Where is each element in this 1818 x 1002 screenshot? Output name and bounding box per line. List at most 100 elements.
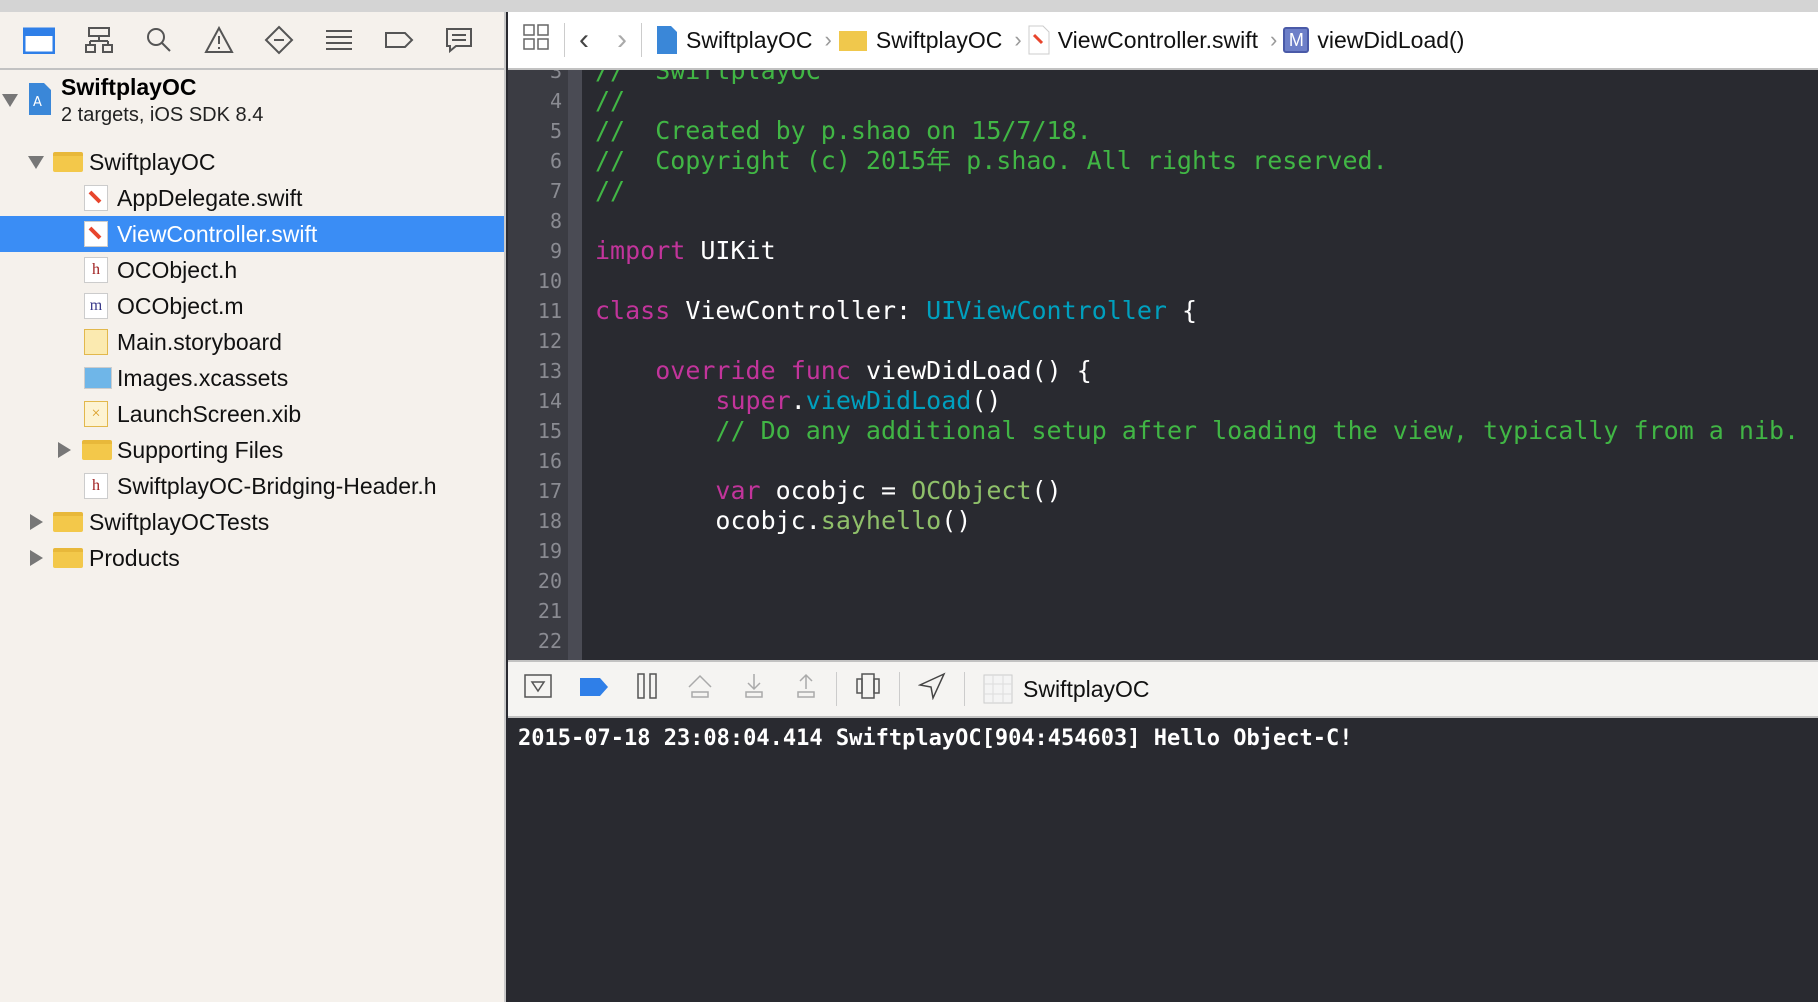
warning-icon[interactable]: [202, 23, 236, 57]
svg-text:A: A: [33, 95, 42, 110]
xib-file-icon: ×: [84, 401, 108, 427]
chevron-right-icon: ›: [824, 27, 832, 52]
tree-item-label: ViewController.swift: [117, 220, 318, 247]
project-navigator: A SwiftplayOC 2 targets, iOS SDK 8.4 Swi…: [0, 12, 506, 1002]
process-selector[interactable]: SwiftplayOC: [983, 674, 1150, 704]
jump-bar: ‹ › SwiftplayOC › SwiftplayOC › ViewCont…: [508, 12, 1818, 70]
code-token-call: OCObject: [911, 476, 1032, 505]
tree-item[interactable]: AppDelegate.swift: [0, 180, 504, 216]
project-subtitle: 2 targets, iOS SDK 8.4: [61, 104, 264, 126]
crumb-label: SwiftplayOC: [875, 26, 1003, 53]
code-token-type: viewDidLoad: [805, 386, 972, 415]
breakpoints-toggle-icon[interactable]: [580, 675, 608, 703]
code-text: class ViewController: UIViewController {: [595, 296, 1197, 326]
step-over-icon[interactable]: [686, 673, 714, 706]
code-text: //: [595, 86, 625, 116]
tree-item[interactable]: Supporting Files: [0, 432, 504, 468]
code-token-comment: // Copyright (c) 2015年 p.shao. All right…: [595, 146, 1388, 175]
swift-file-icon: [84, 221, 108, 247]
tree-item-label: Images.xcassets: [117, 364, 289, 391]
code-text: //: [595, 176, 625, 206]
crumb-group[interactable]: SwiftplayOC: [838, 26, 1003, 54]
line-number: 22: [537, 629, 562, 653]
tree-item[interactable]: Main.storyboard: [0, 324, 504, 360]
line-number: 12: [537, 329, 562, 353]
code-token-plain: ViewController:: [670, 296, 927, 325]
crumb-method[interactable]: M viewDidLoad(): [1283, 27, 1464, 54]
line-number: 10: [537, 269, 562, 293]
tree-item-label: SwiftplayOC: [89, 148, 216, 175]
debug-list-icon[interactable]: [322, 23, 356, 57]
pause-icon[interactable]: [636, 672, 658, 706]
tree-item[interactable]: Products: [0, 540, 504, 576]
process-name: SwiftplayOC: [1023, 675, 1150, 702]
tree-item[interactable]: SwiftplayOC: [0, 144, 504, 180]
test-diamond-icon[interactable]: [262, 23, 296, 57]
tree-item[interactable]: h OCObject.h: [0, 252, 504, 288]
code-token-plain: UIKit: [685, 236, 776, 265]
header-file-icon: h: [84, 473, 108, 499]
hide-debug-area-icon[interactable]: [524, 673, 552, 705]
tree-item[interactable]: h SwiftplayOC-Bridging-Header.h: [0, 468, 504, 504]
source-editor[interactable]: 3 // SwiftplayOC 4 // 5 // Created by p.shao …: [508, 70, 1818, 660]
code-text: import UIKit: [595, 236, 776, 266]
tree-item[interactable]: m OCObject.m: [0, 288, 504, 324]
folder-icon: [838, 31, 867, 51]
storyboard-icon: [84, 329, 108, 355]
code-token-keyword: super: [715, 386, 791, 415]
code-text: // SwiftplayOC: [595, 70, 821, 86]
line-number: 19: [537, 539, 562, 563]
code-token-comment: //: [595, 176, 626, 205]
back-arrow-icon[interactable]: ‹: [579, 23, 589, 57]
symbol-hierarchy-icon[interactable]: [82, 23, 116, 57]
disclosure-triangle-icon[interactable]: [58, 442, 71, 458]
project-file-icon: A: [29, 83, 51, 115]
code-folding-ribbon[interactable]: [568, 70, 582, 660]
tree-item-label: SwiftplayOC-Bridging-Header.h: [117, 472, 437, 499]
tree-item[interactable]: × LaunchScreen.xib: [0, 396, 504, 432]
disclosure-triangle-icon[interactable]: [30, 550, 43, 566]
debug-bar: SwiftplayOC: [508, 660, 1818, 718]
simulate-location-icon[interactable]: [917, 671, 946, 707]
forward-arrow-icon[interactable]: ›: [617, 23, 627, 57]
step-out-icon[interactable]: [794, 673, 818, 706]
console-line: 2015-07-18 23:08:04.414 SwiftplayOC[904:…: [518, 726, 1353, 751]
related-items-icon[interactable]: [522, 23, 550, 57]
crumb-project[interactable]: SwiftplayOC: [656, 25, 813, 55]
tree-item[interactable]: ViewController.swift: [0, 216, 504, 252]
tree-item-label: Products: [89, 544, 180, 571]
line-number: 20: [537, 569, 562, 593]
crumb-file[interactable]: ViewController.swift: [1028, 25, 1258, 55]
view-hierarchy-icon[interactable]: [855, 672, 881, 706]
swift-file-icon: [1028, 25, 1050, 55]
project-root[interactable]: A SwiftplayOC 2 targets, iOS SDK 8.4: [0, 72, 504, 140]
code-token-keyword: var: [715, 476, 761, 505]
code-token-keyword: override: [655, 356, 776, 385]
disclosure-triangle-icon[interactable]: [28, 156, 44, 169]
code-token-plain: ocobjc.: [595, 506, 821, 535]
crumb-label: ViewController.swift: [1057, 26, 1259, 53]
code-text: var ocobjc = OCObject(): [595, 476, 1061, 506]
disclosure-triangle-icon[interactable]: [2, 94, 18, 107]
console-output[interactable]: 2015-07-18 23:08:04.414 SwiftplayOC[904:…: [508, 718, 1818, 1002]
search-icon[interactable]: [142, 23, 176, 57]
tree-item[interactable]: SwiftplayOCTests: [0, 504, 504, 540]
tree-item[interactable]: Images.xcassets: [0, 360, 504, 396]
code-token-plain: (): [941, 506, 972, 535]
line-number: 3: [549, 70, 562, 83]
project-name: SwiftplayOC: [61, 74, 197, 100]
disclosure-triangle-icon[interactable]: [30, 514, 43, 530]
crumb-label: viewDidLoad(): [1317, 26, 1465, 53]
report-icon[interactable]: [442, 23, 476, 57]
breakpoint-icon[interactable]: [382, 23, 416, 57]
line-number: 11: [537, 299, 562, 323]
code-token-comment: // SwiftplayOC: [595, 70, 821, 85]
code-token-plain: .: [790, 386, 806, 415]
navigator-tab-bar: [0, 12, 504, 70]
code-token-comment: // Do any additional setup after loading…: [595, 416, 1800, 445]
folder-icon[interactable]: [22, 23, 56, 57]
asset-catalog-icon: [84, 367, 112, 389]
step-into-icon[interactable]: [742, 673, 766, 706]
